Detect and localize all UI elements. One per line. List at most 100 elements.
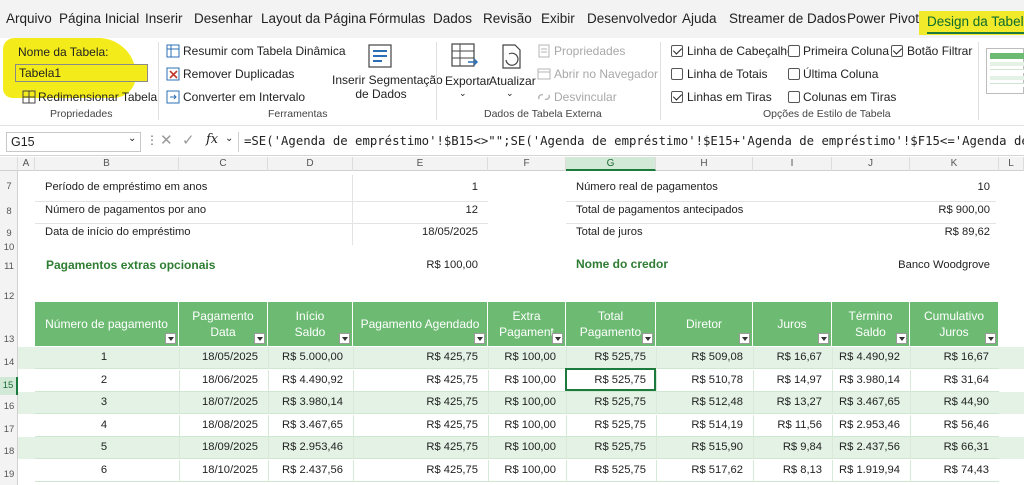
cell-end-balance[interactable]: R$ 2.953,46 bbox=[836, 419, 900, 431]
cell-payment-date[interactable]: 18/08/2025 bbox=[183, 419, 258, 431]
cell-total-payment[interactable]: R$ 525,75 bbox=[570, 396, 646, 408]
cell-total-payment[interactable]: R$ 525,75 bbox=[570, 419, 646, 431]
filter-dropdown-icon[interactable] bbox=[552, 333, 563, 344]
extra-payments-value[interactable]: R$ 100,00 bbox=[378, 259, 478, 271]
sheet-grid[interactable]: Período de empréstimo em anos 1 Número d… bbox=[18, 171, 1024, 485]
insert-function-icon[interactable]: fx bbox=[206, 132, 218, 147]
cell-principal[interactable]: R$ 512,48 bbox=[660, 396, 743, 408]
filter-dropdown-icon[interactable] bbox=[254, 333, 265, 344]
cell-total-payment[interactable]: R$ 525,75 bbox=[570, 441, 646, 453]
cell-cumulative-interest[interactable]: R$ 16,67 bbox=[914, 351, 989, 363]
row-header[interactable]: 8 bbox=[0, 206, 18, 217]
column-header[interactable]: B bbox=[35, 157, 179, 171]
cell-start-balance[interactable]: R$ 2.437,56 bbox=[272, 464, 343, 476]
filter-dropdown-icon[interactable] bbox=[642, 333, 653, 344]
cell-total-payment[interactable]: R$ 525,75 bbox=[570, 351, 646, 363]
menu-arquivo[interactable]: Arquivo bbox=[6, 9, 52, 29]
filter-dropdown-icon[interactable] bbox=[818, 333, 829, 344]
cell-principal[interactable]: R$ 510,78 bbox=[660, 374, 743, 386]
cell-payment-date[interactable]: 18/09/2025 bbox=[183, 441, 258, 453]
cell-scheduled-payment[interactable]: R$ 425,75 bbox=[357, 441, 478, 453]
resize-table-button[interactable]: Redimensionar Tabela bbox=[38, 90, 157, 104]
open-browser-button[interactable]: Abrir no Navegador bbox=[554, 67, 658, 81]
cell-end-balance[interactable]: R$ 2.437,56 bbox=[836, 441, 900, 453]
summary-value[interactable]: 12 bbox=[378, 204, 478, 216]
cell-payment-number[interactable]: 1 bbox=[39, 351, 169, 363]
column-header[interactable]: C bbox=[179, 157, 268, 171]
menu-layout[interactable]: Layout da Página bbox=[261, 9, 366, 29]
header-row-checkbox[interactable] bbox=[671, 45, 683, 57]
menu-pagina-inicial[interactable]: Página Inicial bbox=[59, 9, 139, 29]
namebox-chevron-icon[interactable]: ⌄ bbox=[128, 133, 136, 144]
cell-cumulative-interest[interactable]: R$ 66,31 bbox=[914, 441, 989, 453]
cell-cumulative-interest[interactable]: R$ 56,46 bbox=[914, 419, 989, 431]
cell-principal[interactable]: R$ 509,08 bbox=[660, 351, 743, 363]
cell-start-balance[interactable]: R$ 2.953,46 bbox=[272, 441, 343, 453]
cell-extra-payment[interactable]: R$ 100,00 bbox=[492, 464, 556, 476]
first-column-checkbox[interactable] bbox=[788, 45, 800, 57]
column-header[interactable]: K bbox=[910, 157, 999, 171]
menu-streamer[interactable]: Streamer de Dados bbox=[729, 9, 846, 29]
cell-extra-payment[interactable]: R$ 100,00 bbox=[492, 419, 556, 431]
insert-slicer-button-line2[interactable]: de Dados bbox=[332, 87, 430, 101]
menu-desenhar[interactable]: Desenhar bbox=[194, 9, 253, 29]
cell-start-balance[interactable]: R$ 3.467,65 bbox=[272, 419, 343, 431]
filter-dropdown-icon[interactable] bbox=[985, 333, 996, 344]
cell-interest[interactable]: R$ 13,27 bbox=[757, 396, 822, 408]
unlink-button[interactable]: Desvincular bbox=[554, 90, 617, 104]
convert-range-button[interactable]: Converter em Intervalo bbox=[183, 90, 305, 104]
cell-payment-number[interactable]: 5 bbox=[39, 441, 169, 453]
row-header[interactable]: 16 bbox=[0, 401, 18, 412]
summarize-pivot-button[interactable]: Resumir com Tabela Dinâmica bbox=[183, 44, 346, 58]
menu-ajuda[interactable]: Ajuda bbox=[682, 9, 717, 29]
cell-end-balance[interactable]: R$ 4.490,92 bbox=[836, 351, 900, 363]
cell-payment-number[interactable]: 3 bbox=[39, 396, 169, 408]
summary-value[interactable]: 1 bbox=[378, 181, 478, 193]
cell-principal[interactable]: R$ 517,62 bbox=[660, 464, 743, 476]
more-icon[interactable]: ⋮ bbox=[146, 133, 158, 147]
row-header[interactable]: 9 bbox=[0, 228, 18, 239]
cell-scheduled-payment[interactable]: R$ 425,75 bbox=[357, 396, 478, 408]
cell-interest[interactable]: R$ 8,13 bbox=[757, 464, 822, 476]
insert-slicer-button[interactable]: Inserir Segmentação bbox=[332, 73, 443, 87]
fx-chevron-icon[interactable]: ⌄ bbox=[225, 133, 233, 144]
banded-rows-checkbox[interactable] bbox=[671, 91, 683, 103]
filter-dropdown-icon[interactable] bbox=[474, 333, 485, 344]
column-header[interactable]: E bbox=[353, 157, 488, 171]
row-header[interactable]: 14 bbox=[0, 357, 18, 368]
summary-value[interactable]: R$ 900,00 bbox=[890, 204, 990, 216]
cell-extra-payment[interactable]: R$ 100,00 bbox=[492, 396, 556, 408]
cell-interest[interactable]: R$ 16,67 bbox=[757, 351, 822, 363]
row-header[interactable]: 12 bbox=[0, 291, 18, 302]
cell-scheduled-payment[interactable]: R$ 425,75 bbox=[357, 464, 478, 476]
export-chevron-icon[interactable]: ⌄ bbox=[459, 88, 467, 99]
summary-value[interactable]: 10 bbox=[890, 181, 990, 193]
column-header[interactable]: I bbox=[753, 157, 832, 171]
refresh-button[interactable]: Atualizar bbox=[489, 74, 536, 88]
column-header[interactable]: F bbox=[488, 157, 566, 171]
filter-dropdown-icon[interactable] bbox=[165, 333, 176, 344]
cell-interest[interactable]: R$ 14,97 bbox=[757, 374, 822, 386]
filter-button-checkbox[interactable] bbox=[891, 45, 903, 57]
cell-start-balance[interactable]: R$ 4.490,92 bbox=[272, 374, 343, 386]
row-header[interactable]: 18 bbox=[0, 446, 18, 457]
cell-payment-date[interactable]: 18/07/2025 bbox=[183, 396, 258, 408]
column-header[interactable]: G bbox=[566, 157, 656, 171]
cell-payment-date[interactable]: 18/10/2025 bbox=[183, 464, 258, 476]
cell-extra-payment[interactable]: R$ 100,00 bbox=[492, 374, 556, 386]
remove-duplicates-button[interactable]: Remover Duplicadas bbox=[183, 67, 294, 81]
column-header[interactable]: H bbox=[656, 157, 753, 171]
cell-extra-payment[interactable]: R$ 100,00 bbox=[492, 441, 556, 453]
menu-power-pivot[interactable]: Power Pivot bbox=[847, 9, 919, 29]
menu-inserir[interactable]: Inserir bbox=[145, 9, 183, 29]
row-header[interactable]: 17 bbox=[0, 424, 18, 435]
cell-scheduled-payment[interactable]: R$ 425,75 bbox=[357, 419, 478, 431]
row-header[interactable]: 19 bbox=[0, 469, 18, 480]
total-row-checkbox[interactable] bbox=[671, 68, 683, 80]
column-header[interactable]: J bbox=[832, 157, 910, 171]
cancel-icon[interactable]: ✕ bbox=[160, 131, 173, 149]
name-box[interactable]: G15 bbox=[6, 132, 141, 152]
properties-button[interactable]: Propriedades bbox=[554, 44, 625, 58]
summary-value[interactable]: R$ 89,62 bbox=[890, 226, 990, 238]
banded-columns-checkbox[interactable] bbox=[788, 91, 800, 103]
